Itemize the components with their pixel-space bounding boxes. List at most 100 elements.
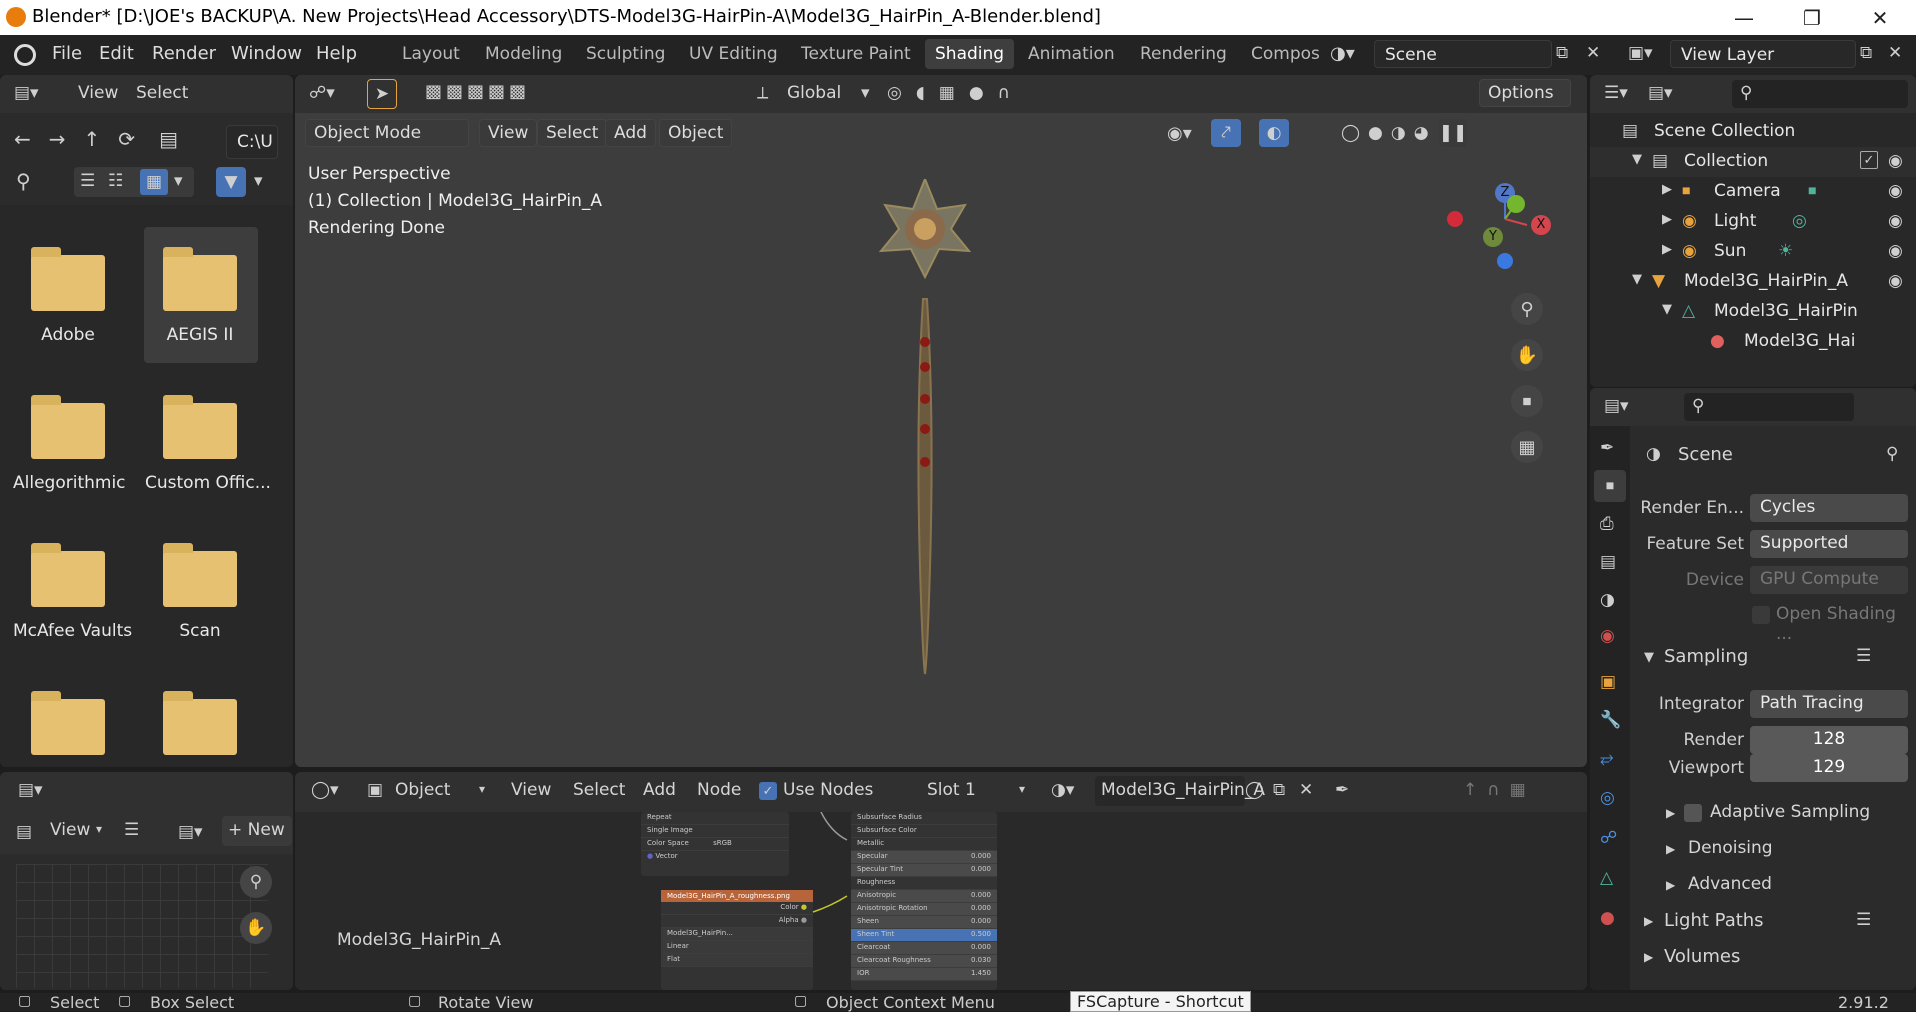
folder-adobe[interactable]: Adobe bbox=[13, 247, 123, 345]
material-name-field[interactable]: Model3G_HairPin_A bbox=[1095, 776, 1265, 806]
render-samples-field[interactable]: 128 bbox=[1750, 726, 1908, 754]
menu-window[interactable]: Window bbox=[231, 43, 302, 64]
bsdf-input-row[interactable]: Clearcoat 0.000 bbox=[851, 942, 997, 955]
menu-icon[interactable]: ☰ bbox=[124, 820, 139, 840]
render-engine-dropdown[interactable]: Cycles bbox=[1750, 494, 1908, 522]
close-button[interactable]: ✕ bbox=[1852, 0, 1908, 35]
outliner-editor-type-icon[interactable]: ☰▾ bbox=[1604, 83, 1628, 103]
expand-icon[interactable]: ▶ bbox=[1662, 182, 1672, 197]
outliner-item[interactable]: ▼ ▤ Collection ✓ ◉ bbox=[1590, 147, 1916, 177]
use-nodes-checkbox[interactable]: ✓ bbox=[759, 782, 777, 800]
dropdown-icon[interactable]: ▾ bbox=[861, 83, 870, 103]
z-negative-icon[interactable] bbox=[1497, 253, 1513, 269]
outliner-item[interactable]: ▼ △ Model3G_HairPin bbox=[1590, 297, 1916, 327]
presets-icon[interactable]: ☰ bbox=[1856, 646, 1871, 666]
node-select-menu[interactable]: Select bbox=[573, 780, 625, 800]
eye-icon[interactable]: ◉ bbox=[1888, 181, 1903, 201]
pin-icon[interactable]: ⚲ bbox=[1886, 444, 1898, 464]
eye-icon[interactable]: ◉ bbox=[1888, 151, 1903, 171]
eye-icon[interactable]: ◉ bbox=[1888, 241, 1903, 261]
expand-icon[interactable]: ▶ bbox=[1644, 914, 1653, 928]
parent-dir-icon[interactable]: ↑ bbox=[84, 127, 101, 151]
scene-tab-icon[interactable]: ◑ bbox=[1600, 590, 1615, 610]
expand-icon[interactable]: ▼ bbox=[1632, 152, 1642, 167]
bsdf-input-row[interactable]: Subsurface Color bbox=[851, 825, 997, 838]
outliner-search-input[interactable]: ⚲ bbox=[1732, 80, 1908, 108]
image-texture-node[interactable]: Repeat Single Image Color Space sRGB ● V… bbox=[641, 812, 789, 876]
delete-scene-icon[interactable]: ✕ bbox=[1586, 43, 1600, 63]
select-tool-icon[interactable]: ➤ bbox=[367, 79, 397, 109]
volumes-header[interactable]: Volumes bbox=[1664, 946, 1740, 967]
advanced-header[interactable]: Advanced bbox=[1688, 874, 1772, 894]
scene-icon[interactable]: ◑▾ bbox=[1330, 43, 1355, 64]
options-button[interactable]: Options bbox=[1479, 79, 1571, 107]
selection-mode-icons[interactable]: ▩▩▩▩▩ bbox=[425, 81, 530, 102]
zoom-icon[interactable]: ⚲ bbox=[240, 866, 272, 898]
forward-icon[interactable]: → bbox=[49, 127, 66, 151]
view-layer-icon[interactable]: ▣▾ bbox=[1628, 43, 1653, 63]
expand-icon[interactable]: ▶ bbox=[1644, 950, 1653, 964]
node-node-menu[interactable]: Node bbox=[697, 780, 741, 800]
sampling-header[interactable]: Sampling bbox=[1664, 646, 1748, 667]
tab-rendering[interactable]: Rendering bbox=[1130, 39, 1237, 69]
image-view-menu[interactable]: View bbox=[50, 820, 90, 840]
tab-sculpting[interactable]: Sculpting bbox=[576, 39, 675, 69]
image-browse-icon[interactable]: ▤▾ bbox=[178, 822, 203, 842]
adaptive-sampling-checkbox[interactable] bbox=[1684, 804, 1702, 822]
unlink-material-icon[interactable]: ✕ bbox=[1299, 780, 1313, 800]
node-view-menu[interactable]: View bbox=[511, 780, 551, 800]
folder-mcafee-vaults[interactable]: McAfee Vaults bbox=[13, 543, 132, 641]
tab-modeling[interactable]: Modeling bbox=[475, 39, 572, 69]
gizmo-toggle-icon[interactable]: ⤤ bbox=[1211, 119, 1241, 147]
bsdf-input-row[interactable]: Subsurface Radius bbox=[851, 812, 997, 825]
navigation-gizmo[interactable]: Z X Y bbox=[1441, 173, 1561, 273]
bsdf-input-row[interactable]: IOR 1.450 bbox=[851, 968, 997, 981]
data-tab-icon[interactable]: △ bbox=[1600, 868, 1613, 888]
ortho-grid-icon[interactable]: ▦ bbox=[1511, 431, 1543, 463]
outliner-item[interactable]: ▼ ▼ Model3G_HairPin_A ◉ bbox=[1590, 267, 1916, 297]
viewport-object-menu[interactable]: Object bbox=[659, 119, 733, 147]
outliner-item[interactable]: ● Model3G_Hai bbox=[1590, 327, 1916, 357]
menu-edit[interactable]: Edit bbox=[99, 43, 134, 64]
new-scene-icon[interactable]: ⧉ bbox=[1556, 43, 1568, 63]
restore-button[interactable]: ❐ bbox=[1784, 0, 1840, 35]
dropdown-icon[interactable]: ▾ bbox=[479, 782, 485, 796]
dropdown-icon[interactable]: ▾ bbox=[1019, 782, 1025, 796]
overlay-toggle-icon[interactable]: ◐ bbox=[1259, 119, 1289, 147]
folder-scan[interactable]: Scan bbox=[145, 543, 255, 641]
folder-aegis[interactable]: AEGIS II bbox=[145, 247, 255, 345]
dropdown-icon[interactable]: ▾ bbox=[96, 822, 102, 836]
bsdf-input-row[interactable]: Anisotropic 0.000 bbox=[851, 890, 997, 903]
bsdf-input-row[interactable]: Metallic bbox=[851, 838, 997, 851]
transform-orientation[interactable]: Global bbox=[787, 83, 841, 103]
object-mode-dropdown[interactable]: Object Mode bbox=[305, 119, 469, 147]
bsdf-input-row[interactable]: Specular 0.000 bbox=[851, 851, 997, 864]
zoom-icon[interactable]: ⚲ bbox=[1511, 293, 1543, 325]
eye-icon[interactable]: ◉ bbox=[1888, 271, 1903, 291]
pan-hand-icon[interactable]: ✋ bbox=[240, 912, 272, 944]
fb-view-menu[interactable]: View bbox=[78, 83, 118, 103]
outliner-item[interactable]: ▶ ◉ Sun ☀ ◉ bbox=[1590, 237, 1916, 267]
3d-viewport[interactable]: ☍▾ ➤ ▩▩▩▩▩ ⟂ Global ▾ ◎◖▦●∩ Options Obje… bbox=[295, 75, 1587, 767]
roughness-texture-node[interactable]: Model3G_HairPin_A_roughness.png Color ● … bbox=[661, 890, 813, 990]
outliner-item[interactable]: ▤ Scene Collection bbox=[1590, 117, 1916, 147]
fb-select-menu[interactable]: Select bbox=[136, 83, 188, 103]
bsdf-input-row[interactable]: Sheen 0.000 bbox=[851, 916, 997, 929]
filter-icon[interactable]: ▼ bbox=[216, 167, 246, 197]
shading-mode-icons[interactable]: ◯●◑◕ bbox=[1341, 123, 1437, 143]
hairpin-model[interactable] bbox=[865, 179, 985, 679]
node-editor-type-icon[interactable]: ◯▾ bbox=[311, 780, 339, 800]
view-layer-tab-icon[interactable]: ▤ bbox=[1600, 552, 1616, 572]
denoising-header[interactable]: Denoising bbox=[1688, 838, 1773, 858]
path-field[interactable]: C:\U bbox=[226, 125, 278, 159]
pause-render-icon[interactable]: ❚❚ bbox=[1439, 119, 1467, 147]
refresh-icon[interactable]: ⟳ bbox=[118, 127, 135, 151]
properties-editor-type-icon[interactable]: ▤▾ bbox=[1604, 396, 1629, 416]
list-horizontal-icon[interactable]: ☷ bbox=[108, 171, 123, 191]
y-positive-icon[interactable] bbox=[1507, 195, 1525, 213]
viewport-add-menu[interactable]: Add bbox=[605, 119, 656, 147]
delete-view-layer-icon[interactable]: ✕ bbox=[1888, 43, 1902, 63]
node-add-menu[interactable]: Add bbox=[643, 780, 676, 800]
tab-texture-paint[interactable]: Texture Paint bbox=[791, 39, 921, 69]
outliner-item[interactable]: ▶ ◉ Light ◎ ◉ bbox=[1590, 207, 1916, 237]
